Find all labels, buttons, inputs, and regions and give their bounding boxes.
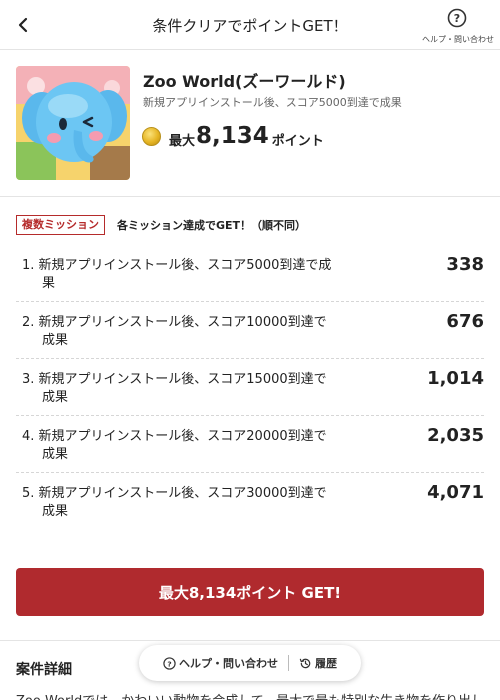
help-circle-icon: ? [447,8,467,28]
help-label: ヘルプ・問い合わせ [422,35,494,44]
app-info-section: Zoo World(ズーワールド) 新規アプリインストール後、スコア5000到達… [0,51,500,197]
float-history-label: 履歴 [315,657,337,670]
mission-text-line1: 4. 新規アプリインストール後、スコア20000到達で [22,429,327,444]
mission-item: 2. 新規アプリインストール後、スコア10000到達で 成果 676 [16,302,484,359]
reward-prefix: 最大 [169,133,196,149]
mission-text-line2: 成果 [42,390,69,405]
mission-text-line1: 5. 新規アプリインストール後、スコア30000到達で [22,486,327,501]
mission-list: 1. 新規アプリインストール後、スコア5000到達で成 果 338 2. 新規ア… [16,245,484,530]
mission-points: 676 [446,311,484,332]
mission-text: 5. 新規アプリインストール後、スコア30000到達で 成果 [22,485,352,521]
mission-text: 1. 新規アプリインストール後、スコア5000到達で成 果 [22,257,352,293]
details-title: 案件詳細 [16,662,72,678]
divider [0,640,500,641]
mission-text-line2: 成果 [42,504,69,519]
mission-points: 1,014 [427,368,484,389]
float-help-button[interactable]: ? ヘルプ・問い合わせ [153,655,288,671]
mission-points: 4,071 [427,482,484,503]
multi-mission-badge: 複数ミッション [16,214,105,235]
mission-text: 3. 新規アプリインストール後、スコア15000到達で 成果 [22,371,352,407]
help-button[interactable]: ? ヘルプ・問い合わせ [422,8,494,44]
mission-text-line1: 3. 新規アプリインストール後、スコア15000到達で [22,372,327,387]
float-history-button[interactable]: 履歴 [289,655,347,671]
reward-suffix: ポイント [271,133,324,149]
svg-text:?: ? [167,659,171,668]
float-help-label: ヘルプ・問い合わせ [179,657,278,670]
floating-action-bar: ? ヘルプ・問い合わせ 履歴 [139,645,361,681]
mission-header: 複数ミッション 各ミッション達成でGET！（順不同） [16,214,306,235]
svg-text:?: ? [454,12,460,25]
help-circle-icon: ? [163,656,176,670]
mission-points: 2,035 [427,425,484,446]
get-points-button[interactable]: 最大8,134ポイント GET! [16,568,484,616]
max-reward: 最大 8,134 ポイント [142,121,324,151]
app-name: Zoo World(ズーワールド) [143,72,346,91]
reward-value: 8,134 [196,123,269,149]
mission-item: 5. 新規アプリインストール後、スコア30000到達で 成果 4,071 [16,473,484,530]
mission-text-line1: 1. 新規アプリインストール後、スコア5000到達で成 [22,258,332,273]
mission-note: 各ミッション達成でGET！（順不同） [117,218,307,232]
mission-text-line2: 果 [42,276,56,291]
mission-text-line2: 成果 [42,333,69,348]
mission-text: 2. 新規アプリインストール後、スコア10000到達で 成果 [22,314,352,350]
app-description: 新規アプリインストール後、スコア5000到達で成果 [143,96,402,109]
history-icon [299,658,311,668]
mission-text-line2: 成果 [42,447,69,462]
mission-points: 338 [446,254,484,275]
mission-text-line1: 2. 新規アプリインストール後、スコア10000到達で [22,315,327,330]
top-header: 条件クリアでポイントGET！ ? ヘルプ・問い合わせ [0,0,500,50]
mission-item: 4. 新規アプリインストール後、スコア20000到達で 成果 2,035 [16,416,484,473]
mission-item: 1. 新規アプリインストール後、スコア5000到達で成 果 338 [16,245,484,302]
elephant-app-icon[interactable] [16,66,130,180]
details-text: Zoo Worldでは、かわいい動物を合成して、最大で最も特別な生き物を作り出し [16,690,500,700]
coin-icon [142,126,161,146]
mission-text: 4. 新規アプリインストール後、スコア20000到達で 成果 [22,428,352,464]
mission-item: 3. 新規アプリインストール後、スコア15000到達で 成果 1,014 [16,359,484,416]
